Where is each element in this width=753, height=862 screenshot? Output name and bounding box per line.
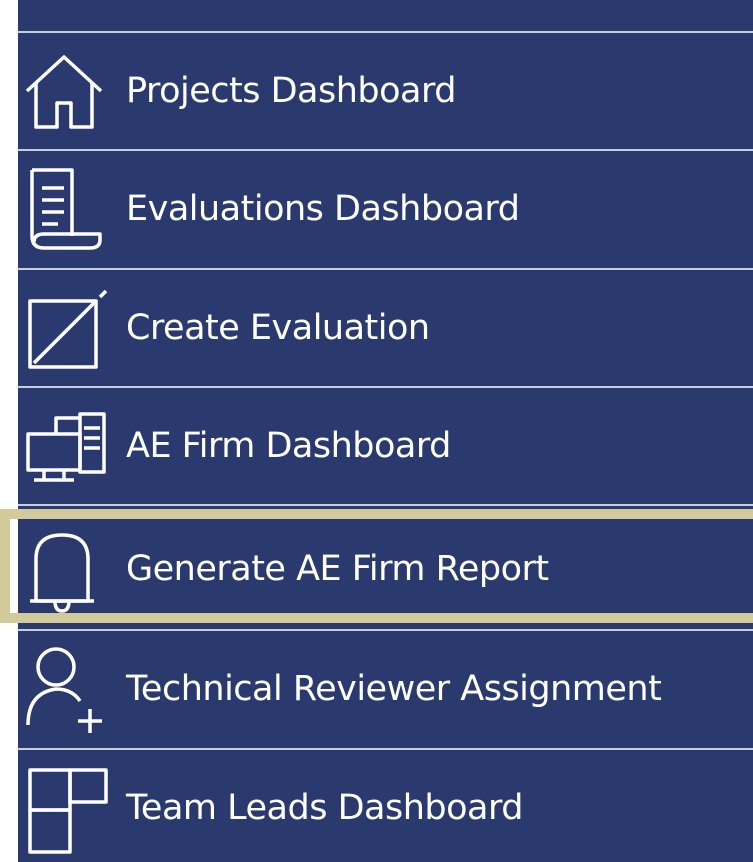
sidebar-top-strip — [18, 0, 753, 31]
sidebar-item-technical-reviewer-assignment[interactable]: Technical Reviewer Assignment — [18, 631, 753, 747]
sidebar-item-create-evaluation[interactable]: Create Evaluation — [18, 270, 753, 386]
sidebar-item-generate-ae-firm-report[interactable]: Generate AE Firm Report — [18, 511, 753, 627]
document-scroll-icon — [22, 161, 118, 257]
sidebar-item-label: Generate AE Firm Report — [126, 549, 549, 589]
sidebar-item-label: Technical Reviewer Assignment — [126, 669, 662, 709]
sidebar-item-label: Team Leads Dashboard — [126, 788, 523, 828]
sidebar-item-label: Projects Dashboard — [126, 71, 457, 111]
sidebar-item-label: AE Firm Dashboard — [126, 426, 451, 466]
sidebar-nav: Projects Dashboard Evaluations Dashboard — [18, 0, 753, 862]
sidebar-item-label: Evaluations Dashboard — [126, 189, 520, 229]
sidebar-item-evaluations-dashboard[interactable]: Evaluations Dashboard — [18, 151, 753, 267]
sidebar-item-ae-firm-dashboard[interactable]: AE Firm Dashboard — [18, 388, 753, 504]
edit-box-icon — [22, 280, 118, 376]
computer-monitor-icon — [22, 398, 118, 494]
bell-icon — [22, 521, 118, 617]
add-user-icon — [22, 641, 118, 737]
sidebar-item-projects-dashboard[interactable]: Projects Dashboard — [18, 33, 753, 149]
page-margin — [0, 0, 18, 862]
divider — [18, 504, 753, 506]
tiles-grid-icon — [22, 760, 118, 856]
sidebar-item-label: Create Evaluation — [126, 308, 430, 348]
sidebar-item-team-leads-dashboard[interactable]: Team Leads Dashboard — [18, 750, 753, 862]
home-icon — [22, 43, 118, 139]
